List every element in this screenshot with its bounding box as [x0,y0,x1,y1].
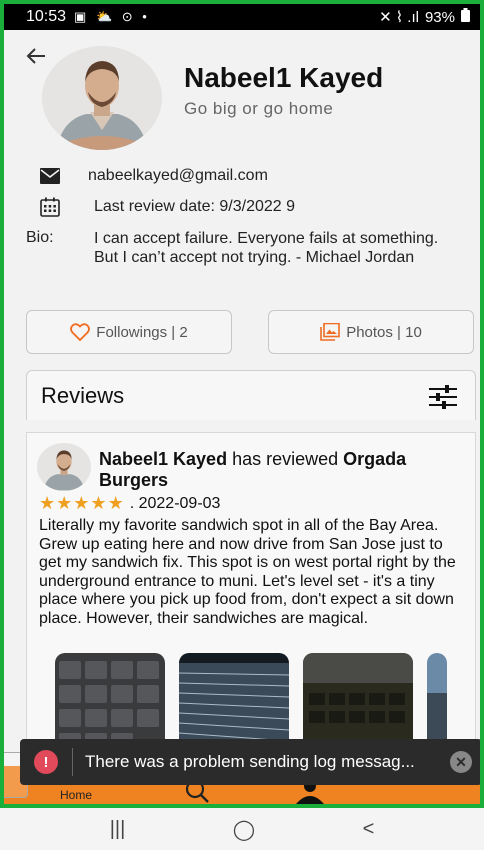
battery-percent: 93% [424,8,455,26]
envelope-icon [38,166,62,186]
last-review-row: Last review date: 9/3/2022 9 [38,197,295,217]
profile-avatar [42,46,162,150]
bio-text: I can accept failure. Everyone fails at … [94,230,439,266]
home-button[interactable]: ◯ [233,817,255,842]
photos-button[interactable]: Photos | 10 [268,310,474,354]
profile-tagline: Go big or go home [184,99,334,118]
filter-sliders-icon[interactable] [429,385,457,414]
calendar-icon [38,197,62,217]
nav-home-label[interactable]: Home [60,788,92,802]
status-bar: 10:53 ▣ ⛅ ⊙ • ✕ ⌇ .ıl 93% [4,4,480,30]
back-arrow-icon[interactable] [26,44,46,72]
reviews-header: Reviews [26,370,476,420]
email-row: nabeelkayed@gmail.com [38,166,268,186]
profile-name: Nabeel1 Kayed [184,62,384,93]
star-icon: ★ [73,493,90,513]
star-icon: ★ [56,493,73,513]
reviewer-avatar[interactable] [37,443,91,491]
review-text: Literally my favorite sandwich spot in a… [39,517,456,627]
error-toast: ! There was a problem sending log messag… [20,739,480,785]
system-navigation-bar: ||| ◯ < [0,808,484,850]
review-card[interactable]: Nabeel1 Kayed has reviewed Orgada Burger… [26,432,476,763]
star-icon: ★ [90,493,107,513]
rating-row: ★ ★ ★ ★ ★ . 2022-09-03 [39,493,220,514]
bio-label: Bio: [26,229,54,246]
photos-label: Photos | 10 [346,323,422,341]
signal-icons: ✕ ⌇ .ıl [379,9,419,26]
followings-button[interactable]: Followings | 2 [26,310,232,354]
status-time: 10:53 [26,8,67,25]
notification-icons: ▣ ⛅ ⊙ • [74,9,150,24]
reviews-title: Reviews [41,383,125,408]
heart-icon [70,323,91,341]
error-icon: ! [34,750,58,774]
bio-row: Bio: I can accept failure. Everyone fail… [26,229,446,267]
last-review-date: Last review date: 9/3/2022 9 [94,198,296,215]
gallery-icon [320,323,340,341]
toast-message: There was a problem sending log messag..… [85,752,415,771]
toast-divider [72,748,73,776]
followings-label: Followings | 2 [96,323,188,341]
review-connector: has reviewed [227,449,344,469]
recents-button[interactable]: ||| [110,818,126,841]
reviewer-name[interactable]: Nabeel1 Kayed [99,449,227,469]
back-button[interactable]: < [363,818,375,841]
battery-icon [461,8,470,26]
status-right: ✕ ⌇ .ıl 93% [379,8,470,26]
review-date: . 2022-09-03 [129,494,221,512]
review-heading: Nabeel1 Kayed has reviewed Orgada Burger… [99,449,459,491]
close-icon[interactable]: ✕ [450,751,472,773]
app-frame: 10:53 ▣ ⛅ ⊙ • ✕ ⌇ .ıl 93% Nabeel1 Kayed … [0,0,484,808]
star-icon: ★ [107,493,124,513]
star-icon: ★ [39,493,56,513]
profile-email: nabeelkayed@gmail.com [88,167,268,184]
